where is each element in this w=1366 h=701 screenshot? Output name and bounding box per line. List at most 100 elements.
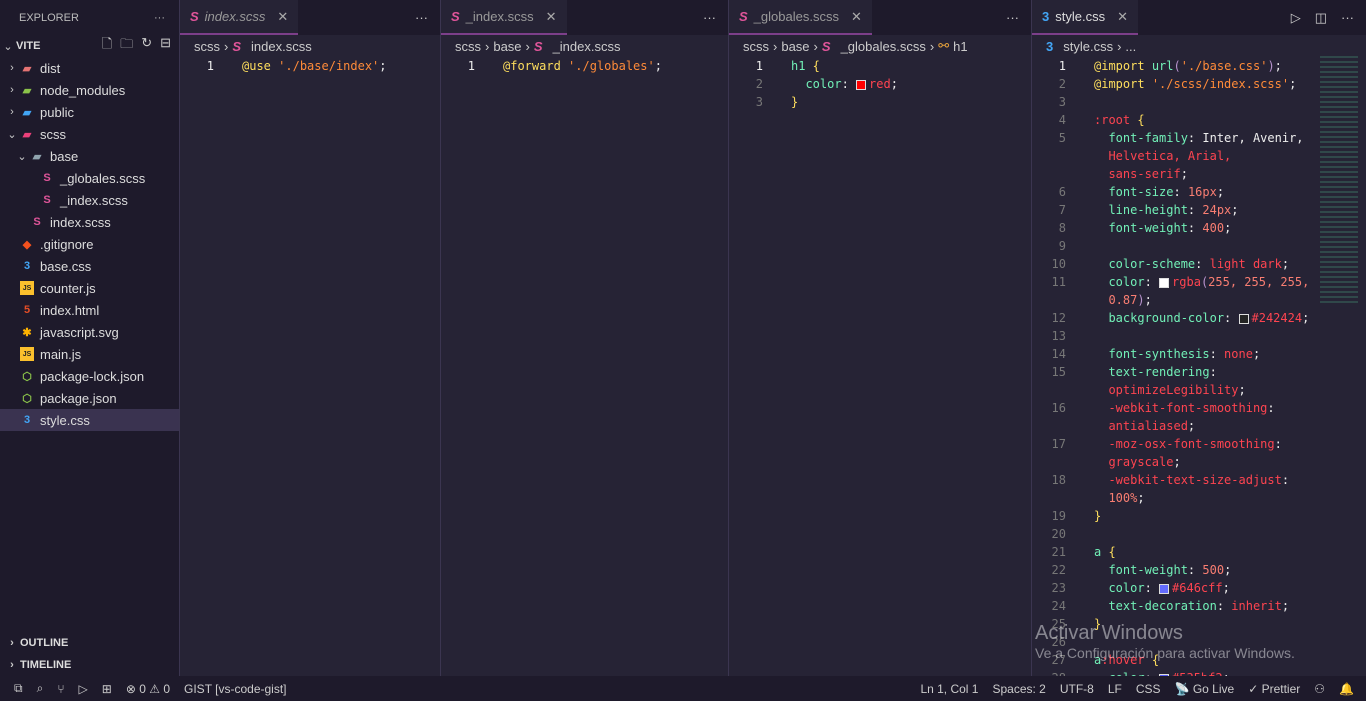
line-text: grayscale; bbox=[1080, 455, 1180, 469]
prettier-button[interactable]: ✓ Prettier bbox=[1248, 682, 1300, 696]
gist-status[interactable]: GIST [vs-code-gist] bbox=[184, 682, 286, 696]
file-tree-item[interactable]: ⌄ ▰ base bbox=[0, 145, 179, 167]
file-name: index.html bbox=[40, 302, 100, 318]
css-icon: 3 bbox=[23, 260, 31, 272]
file-tree-item[interactable]: ✱ javascript.svg bbox=[0, 321, 179, 343]
file-tree-item[interactable]: S _index.scss bbox=[0, 189, 179, 211]
cursor-position[interactable]: Ln 1, Col 1 bbox=[920, 682, 978, 696]
code-line: 4:root { bbox=[1032, 111, 1366, 129]
line-number: 4 bbox=[1058, 113, 1066, 127]
file-tree-item[interactable]: ◆ .gitignore bbox=[0, 233, 179, 255]
file-tree-item[interactable]: S _globales.scss bbox=[0, 167, 179, 189]
explorer-more-button[interactable]: ··· bbox=[154, 12, 165, 24]
close-icon[interactable]: ✕ bbox=[851, 9, 862, 25]
folder-icon: ▰ bbox=[22, 106, 32, 119]
file-tree-item[interactable]: ⬡ package.json bbox=[0, 387, 179, 409]
source-control-icon[interactable]: ⑂ bbox=[57, 682, 64, 696]
indentation[interactable]: Spaces: 2 bbox=[992, 682, 1045, 696]
breadcrumb-item[interactable]: style.css bbox=[1063, 39, 1113, 54]
code-token: grayscale bbox=[1094, 455, 1174, 469]
breadcrumb-item[interactable]: scss bbox=[743, 39, 769, 54]
outline-section[interactable]: › OUTLINE bbox=[0, 632, 179, 654]
collapse-all-icon[interactable]: ⊟ bbox=[160, 35, 171, 57]
file-tree-item[interactable]: 3 base.css bbox=[0, 255, 179, 277]
new-file-icon[interactable]: 🗋 bbox=[102, 35, 112, 57]
code-editor[interactable]: 1 @use './base/index'; bbox=[180, 57, 440, 75]
code-line: 100%; bbox=[1032, 489, 1366, 507]
breadcrumb-item[interactable]: scss bbox=[455, 39, 481, 54]
color-swatch[interactable] bbox=[856, 79, 867, 90]
search-icon[interactable]: ⌕ bbox=[37, 681, 44, 696]
color-swatch[interactable] bbox=[1238, 313, 1249, 324]
refresh-icon[interactable]: ↻ bbox=[141, 35, 152, 57]
line-text: h1 { bbox=[777, 59, 820, 73]
chevron-right-icon: › bbox=[224, 38, 229, 54]
run-icon[interactable]: ▷ bbox=[1291, 10, 1301, 26]
breadcrumb-item[interactable]: _index.scss bbox=[553, 39, 621, 54]
close-icon[interactable]: ✕ bbox=[546, 9, 557, 25]
close-icon[interactable]: ✕ bbox=[277, 9, 288, 25]
more-actions-icon[interactable]: ··· bbox=[1341, 10, 1354, 25]
file-tree-item[interactable]: JS counter.js bbox=[0, 277, 179, 299]
tab-_index-scss[interactable]: S _index.scss ✕ bbox=[441, 0, 567, 35]
run-debug-icon[interactable]: ▷ bbox=[79, 682, 88, 696]
more-actions-icon[interactable]: ··· bbox=[415, 10, 428, 25]
breadcrumb-item[interactable]: ... bbox=[1125, 39, 1136, 54]
file-tree-item[interactable]: 3 style.css bbox=[0, 409, 179, 431]
explorer-header: EXPLORER ··· bbox=[0, 0, 179, 35]
tab-style-css[interactable]: 3 style.css ✕ bbox=[1032, 0, 1138, 35]
feedback-icon[interactable]: ⚇ bbox=[1314, 682, 1325, 696]
new-folder-icon[interactable]: 🗀 bbox=[120, 35, 133, 57]
breadcrumb-item[interactable]: base bbox=[493, 39, 521, 54]
color-swatch[interactable] bbox=[1159, 583, 1170, 594]
split-editor-icon[interactable]: ◫ bbox=[1315, 10, 1327, 26]
code-token: : bbox=[1173, 185, 1188, 199]
line-text: font-synthesis: none; bbox=[1080, 347, 1260, 361]
color-swatch[interactable] bbox=[1159, 277, 1170, 288]
code-editor[interactable]: 1 @forward './globales'; bbox=[441, 57, 728, 75]
explorer-activity-icon[interactable]: ⧉ bbox=[14, 681, 23, 696]
more-actions-icon[interactable]: ··· bbox=[703, 10, 716, 25]
line-text: } bbox=[1080, 617, 1101, 631]
file-tree-item[interactable]: › ▰ node_modules bbox=[0, 79, 179, 101]
js-icon: JS bbox=[20, 281, 34, 295]
tab-_globales-scss[interactable]: S _globales.scss ✕ bbox=[729, 0, 872, 35]
file-tree-item[interactable]: ⌄ ▰ scss bbox=[0, 123, 179, 145]
code-editor[interactable]: 1 h1 {2 color: red; 3} bbox=[729, 57, 1031, 111]
extensions-icon[interactable]: ⊞ bbox=[102, 682, 112, 696]
encoding[interactable]: UTF-8 bbox=[1060, 682, 1094, 696]
tab-index-scss[interactable]: Sindex.scss ✕ bbox=[180, 0, 299, 35]
code-token: } bbox=[1094, 617, 1102, 631]
close-icon[interactable]: ✕ bbox=[1117, 9, 1128, 25]
breadcrumb-item[interactable]: index.scss bbox=[251, 39, 312, 54]
file-tree-item[interactable]: 5 index.html bbox=[0, 299, 179, 321]
timeline-section[interactable]: › TIMELINE bbox=[0, 654, 179, 676]
breadcrumb-item[interactable]: h1 bbox=[953, 39, 967, 54]
notifications-bell-icon[interactable]: 🔔 bbox=[1339, 682, 1354, 696]
file-tree-item[interactable]: ⬡ package-lock.json bbox=[0, 365, 179, 387]
tab-label: _globales.scss bbox=[753, 9, 839, 24]
file-tree-item[interactable]: › ▰ dist bbox=[0, 57, 179, 79]
code-line: 17 -moz-osx-font-smoothing: bbox=[1032, 435, 1366, 453]
code-token: './scss/index.scss' bbox=[1151, 77, 1290, 91]
code-token: : bbox=[1224, 311, 1239, 325]
go-live-button[interactable]: 📡 Go Live bbox=[1175, 682, 1235, 696]
code-token: } bbox=[791, 95, 799, 109]
tab-bar: S _index.scss ✕ ··· bbox=[441, 0, 728, 35]
language-mode[interactable]: CSS bbox=[1136, 682, 1161, 696]
file-tree-item[interactable]: JS main.js bbox=[0, 343, 179, 365]
file-tree-item[interactable]: Sindex.scss bbox=[0, 211, 179, 233]
line-number: 7 bbox=[1058, 203, 1066, 217]
more-actions-icon[interactable]: ··· bbox=[1006, 10, 1019, 25]
minimap[interactable] bbox=[1320, 56, 1358, 306]
breadcrumb-item[interactable]: scss bbox=[194, 39, 220, 54]
file-name: package-lock.json bbox=[40, 368, 145, 384]
code-editor[interactable]: 1 @import url('./base.css'); 2 @import './s… bbox=[1032, 57, 1366, 676]
breadcrumb-item[interactable]: base bbox=[781, 39, 809, 54]
line-number: 9 bbox=[1058, 239, 1066, 253]
breadcrumb-item[interactable]: _globales.scss bbox=[841, 39, 926, 54]
workspace-root[interactable]: ⌄ VITE 🗋 🗀 ↻ ⊟ bbox=[0, 35, 179, 57]
file-tree-item[interactable]: › ▰ public bbox=[0, 101, 179, 123]
end-of-line[interactable]: LF bbox=[1108, 682, 1122, 696]
problems-indicator[interactable]: ⊗ 0 ⚠ 0 bbox=[126, 682, 170, 696]
